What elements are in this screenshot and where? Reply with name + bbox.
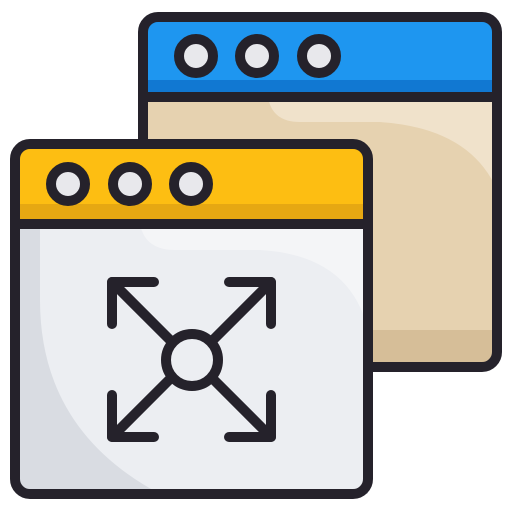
arrows-center-circle: [161, 329, 223, 391]
front-window: [10, 139, 373, 499]
expand-windows-icon: [10, 12, 502, 499]
front-window-dot-2: [108, 162, 152, 206]
back-window-dot-1: [174, 34, 218, 78]
front-window-dot-1: [46, 162, 90, 206]
back-window-dot-3: [297, 34, 341, 78]
back-window-dot-2: [235, 34, 279, 78]
icon-canvas: [0, 0, 512, 512]
front-window-dot-3: [169, 162, 213, 206]
